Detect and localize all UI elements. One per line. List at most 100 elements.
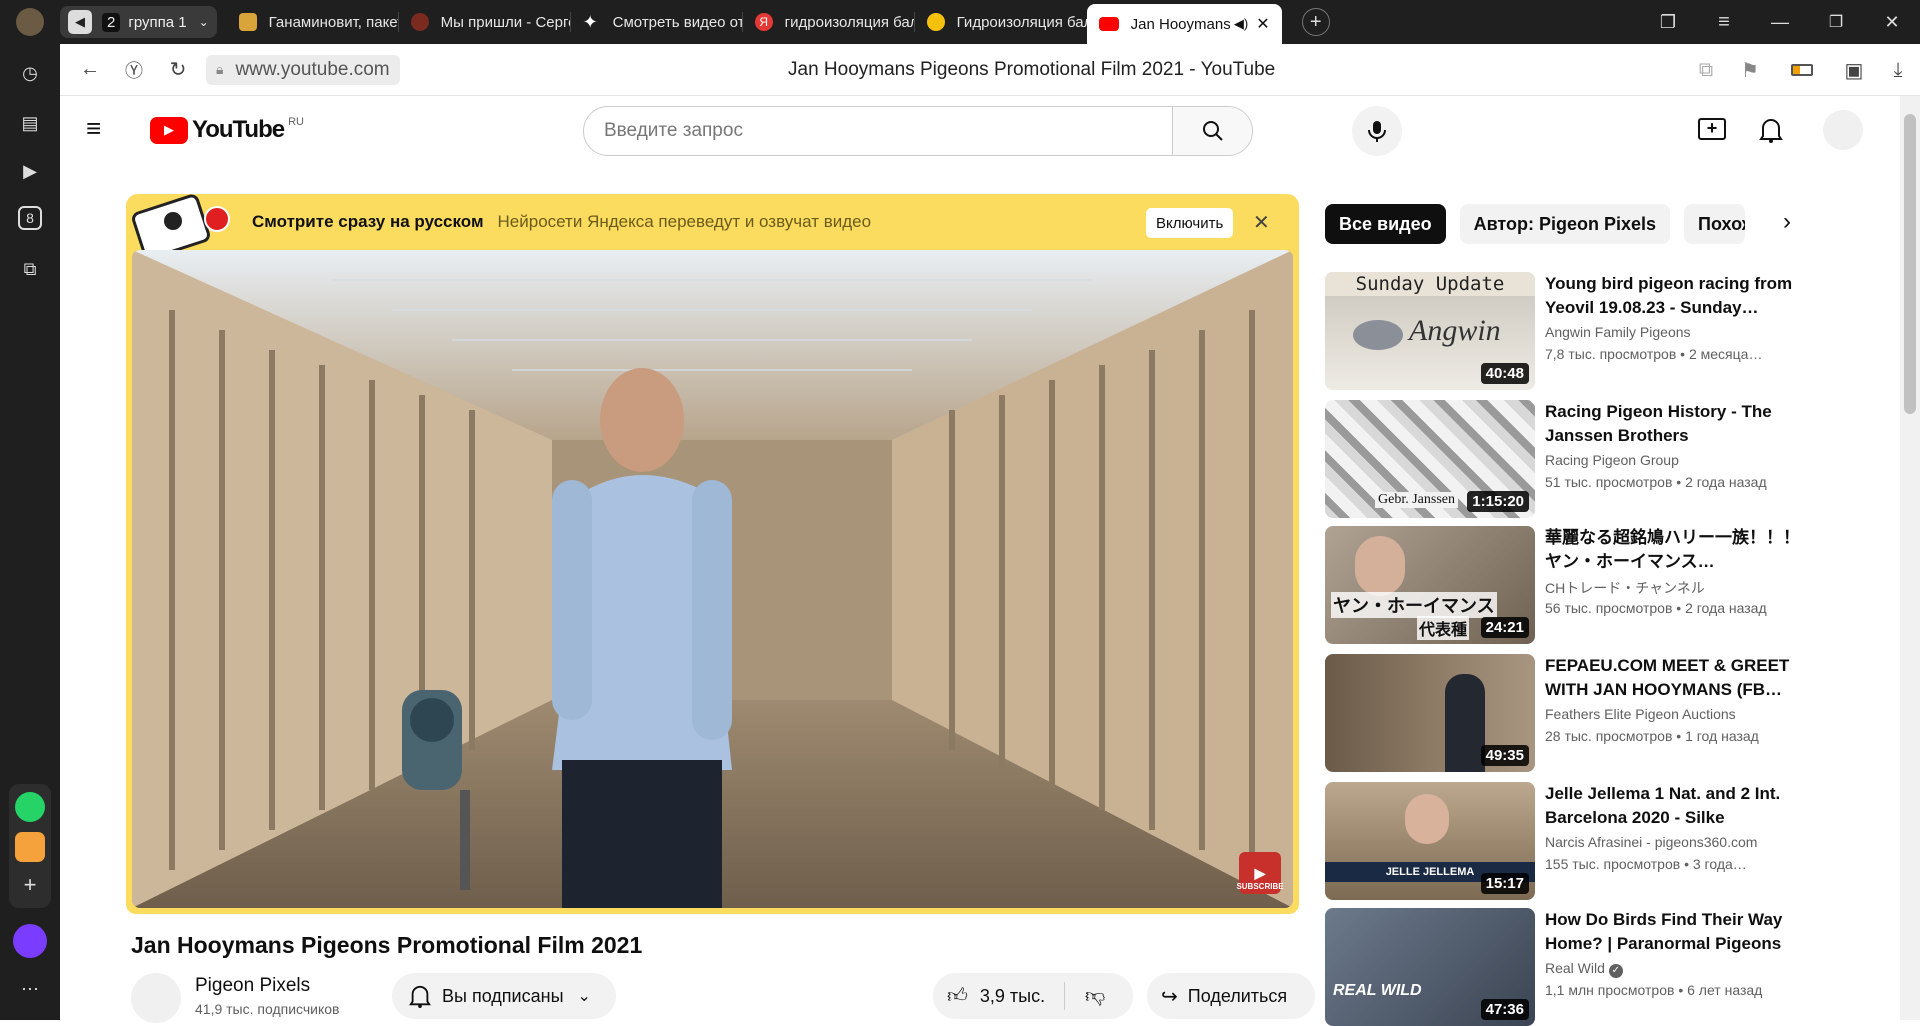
list-item[interactable]: Gebr. Janssen 1:15:20 Racing Pigeon Hist… [1325, 400, 1805, 518]
thumbs-down-icon[interactable]: 👎︎ [1085, 984, 1105, 1008]
search-button[interactable] [1172, 107, 1252, 155]
extensions-icon[interactable]: ▣ [1832, 48, 1876, 92]
channel-name[interactable]: CHトレード・チャンネル [1545, 578, 1805, 598]
add-app-icon[interactable]: + [15, 870, 45, 900]
collections-icon[interactable]: ❐ [1640, 12, 1696, 33]
video-thumbnail[interactable]: 49:35 [1325, 654, 1535, 772]
list-item[interactable]: 49:35 FEPAEU.COM MEET & GREET WITH JAN H… [1325, 654, 1805, 772]
person-image [1405, 794, 1449, 844]
page-scrollbar[interactable] [1900, 96, 1920, 1020]
share-page-icon[interactable]: ⧉ [1684, 48, 1728, 92]
list-item[interactable]: ヤン・ホーイマンス 代表種 24:21 華麗なる超銘鳩ハリー一族！！！ ヤン・ホ… [1325, 526, 1805, 644]
address-bar: ← Ⓨ ↻ 🔒︎ www.youtube.com Jan Hooymans Pi… [60, 44, 1920, 96]
share-label: Поделиться [1187, 985, 1288, 1006]
tabs-icon[interactable]: ▤ [15, 108, 45, 138]
channel-name-text: Real Wild [1545, 960, 1605, 976]
back-icon[interactable]: ← [68, 48, 112, 92]
like-button[interactable]: 👍︎ 3,9 тыс. [933, 982, 1065, 1010]
chip-similar[interactable]: Похожий к [1684, 204, 1745, 244]
more-icon[interactable]: ⋯ [15, 974, 45, 1004]
notifications-bell-icon[interactable] [1758, 116, 1784, 144]
channel-name[interactable]: Angwin Family Pigeons [1545, 324, 1805, 340]
channel-name[interactable]: Real Wild ✓ [1545, 960, 1805, 978]
video-title[interactable]: Young bird pigeon racing from Yeovil 19.… [1545, 272, 1805, 320]
audio-icon[interactable]: ◀) [1234, 16, 1248, 32]
video-meta: 28 тыс. просмотров • 1 год назад [1545, 728, 1759, 744]
video-thumbnail[interactable]: Sunday Update Angwin 40:48 [1325, 272, 1535, 390]
tab-2[interactable]: Мы пришли - Сергей [399, 0, 571, 44]
video-thumbnail[interactable]: Gebr. Janssen 1:15:20 [1325, 400, 1535, 518]
tab-4[interactable]: Ягидроизоляция балк [743, 0, 915, 44]
video-icon[interactable]: ▶ [15, 156, 45, 186]
tab-5[interactable]: Гидроизоляция балк [915, 0, 1087, 44]
reload-icon[interactable]: ↻ [156, 48, 200, 92]
video-thumbnail[interactable]: JELLE JELLEMA 15:17 [1325, 782, 1535, 900]
channel-avatar[interactable] [131, 973, 181, 1023]
minimize-icon[interactable]: — [1752, 12, 1808, 33]
enable-translation-button[interactable]: Включить [1146, 208, 1234, 238]
channel-name[interactable]: Narcis Afrasinei - pigeons360.com [1545, 834, 1805, 850]
scrollbar-thumb[interactable] [1904, 114, 1916, 414]
create-video-icon[interactable]: + [1698, 118, 1726, 140]
close-banner-icon[interactable]: ✕ [1253, 210, 1270, 235]
tab-1[interactable]: Ганаминовит, пакет [227, 0, 399, 44]
channel-name[interactable]: Pigeon Pixels [195, 975, 310, 997]
whatsapp-icon[interactable] [15, 792, 45, 822]
video-title[interactable]: Jelle Jellema 1 Nat. and 2 Int. Barcelon… [1545, 782, 1805, 830]
video-title[interactable]: FEPAEU.COM MEET & GREET WITH JAN HOOYMAN… [1545, 654, 1805, 702]
video-title[interactable]: Racing Pigeon History - The Janssen Brot… [1545, 400, 1805, 448]
new-tab-button[interactable]: + [1301, 8, 1330, 36]
battery-icon[interactable] [1772, 48, 1832, 92]
thumbs-up-icon: 👍︎ [947, 985, 968, 1007]
url-field[interactable]: 🔒︎ www.youtube.com [206, 54, 400, 85]
history-icon[interactable]: ◷ [15, 58, 45, 88]
badge-icon[interactable]: 8 [18, 206, 42, 230]
channel-name[interactable]: Feathers Elite Pigeon Auctions [1545, 706, 1805, 722]
video-player[interactable]: ▶ SUBSCRIBE [132, 250, 1293, 908]
video-title[interactable]: How Do Birds Find Their Way Home? | Para… [1545, 908, 1805, 956]
video-thumbnail[interactable]: REAL WILD 47:36 [1325, 908, 1535, 1026]
chevron-down-icon[interactable]: ⌄ [199, 15, 209, 29]
chevron-right-icon[interactable]: › [1783, 208, 1791, 236]
video-thumbnail[interactable]: ヤン・ホーイマンス 代表種 24:21 [1325, 526, 1535, 644]
share-button[interactable]: ↪ Поделиться [1147, 973, 1315, 1019]
duration-badge: 24:21 [1480, 617, 1529, 638]
alice-icon[interactable] [13, 924, 47, 958]
chip-author[interactable]: Автор: Pigeon Pixels [1459, 204, 1671, 244]
banner-headline: Смотрите сразу на русском [252, 212, 484, 231]
speaker-icon[interactable]: ◀ [68, 10, 92, 34]
list-item[interactable]: Sunday Update Angwin 40:48 Young bird pi… [1325, 272, 1805, 390]
subscribed-button[interactable]: Вы подписаны ⌄ [392, 973, 616, 1019]
screenshot-icon[interactable]: ⧉ [15, 254, 45, 284]
chip-all[interactable]: Все видео [1325, 204, 1446, 244]
yandex-logo-icon[interactable]: Ⓨ [112, 48, 156, 92]
voice-search-button[interactable] [1352, 106, 1402, 156]
profile-avatar[interactable] [16, 8, 44, 36]
list-item[interactable]: REAL WILD 47:36 How Do Birds Find Their … [1325, 908, 1805, 1026]
subscribe-watermark[interactable]: ▶ SUBSCRIBE [1236, 852, 1284, 894]
account-avatar[interactable] [1823, 110, 1863, 150]
mail-icon[interactable] [15, 832, 45, 862]
search-box[interactable]: Введите запрос [583, 106, 1253, 156]
video-title[interactable]: 華麗なる超銘鳩ハリー一族！！！ ヤン・ホーイマンス… [1545, 526, 1805, 574]
video-title: Jan Hooymans Pigeons Promotional Film 20… [131, 932, 643, 958]
restore-icon[interactable]: ❐ [1808, 12, 1864, 32]
search-input[interactable]: Введите запрос [584, 107, 1172, 155]
menu-icon[interactable]: ≡ [1696, 11, 1752, 34]
channel-name[interactable]: Racing Pigeon Group [1545, 452, 1805, 468]
logo-text: YouTube [192, 116, 285, 143]
duration-badge: 49:35 [1480, 745, 1529, 766]
hamburger-menu-icon[interactable]: ≡ [86, 115, 110, 141]
close-window-icon[interactable]: ✕ [1864, 12, 1920, 33]
youtube-logo[interactable]: ▶ YouTube RU [150, 116, 304, 144]
tab-3[interactable]: ✦Смотреть видео от л [571, 0, 743, 44]
microphone-icon [1368, 121, 1386, 142]
list-item[interactable]: JELLE JELLEMA 15:17 Jelle Jellema 1 Nat.… [1325, 782, 1805, 900]
bookmark-icon[interactable]: ⚑ [1728, 48, 1772, 92]
thumbnail-caption: Sunday Update [1325, 272, 1535, 296]
subscribed-label: Вы подписаны [442, 985, 564, 1006]
download-icon[interactable]: ⤓ [1876, 48, 1920, 92]
tab-group[interactable]: ◀ 2 группа 1 ⌄ [60, 6, 217, 38]
tab-active[interactable]: Jan Hooymans P ◀) ✕ [1086, 4, 1282, 44]
close-tab-icon[interactable]: ✕ [1256, 14, 1269, 34]
